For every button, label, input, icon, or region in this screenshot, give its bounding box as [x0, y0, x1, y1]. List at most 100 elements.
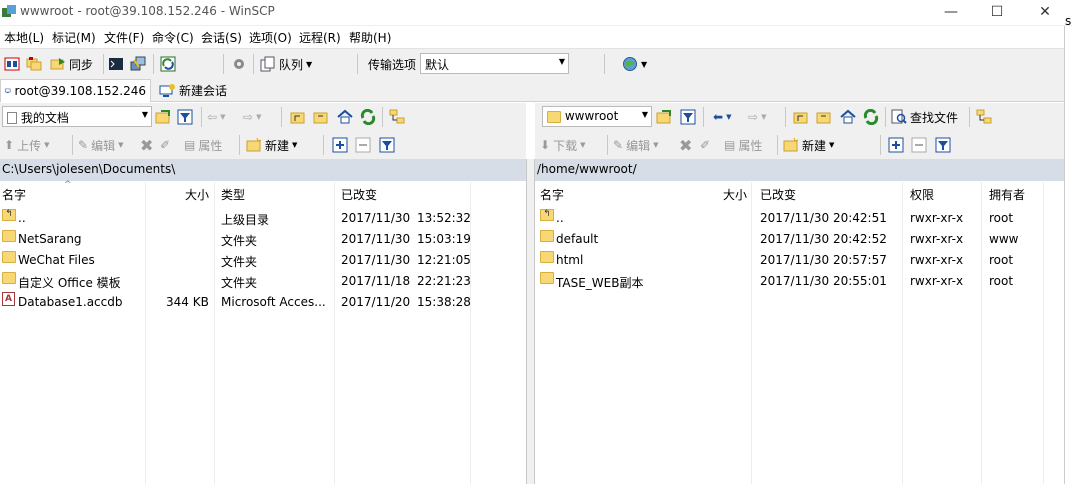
left-home-button[interactable]: [337, 106, 353, 128]
right-col-rights-header[interactable]: 权限: [910, 186, 934, 203]
table-row[interactable]: ↰ .. 上级目录 2017/11/30 13:52:32: [0, 208, 526, 229]
right-unselect-files-button[interactable]: [911, 134, 927, 156]
transfer-preset-select[interactable]: 默认 ▼: [420, 53, 569, 74]
left-col-name-header[interactable]: 名字: [2, 186, 26, 203]
title-bar: wwwroot - root@39.108.152.246 - WinSCP —…: [0, 0, 1072, 26]
right-file-list[interactable]: 名字 大小 已改变 权限 拥有者 ↰ .. 2017/11/30 20:42:5…: [535, 182, 1064, 484]
right-tree-button[interactable]: [976, 106, 992, 128]
left-file-list[interactable]: 名字 ^ 大小 类型 已改变 ↰ .. 上级目录 2017/11/30 13:5…: [0, 180, 526, 484]
right-refresh-button[interactable]: [863, 106, 879, 128]
right-filter-button[interactable]: [680, 106, 696, 128]
left-delete-button[interactable]: ✖: [140, 134, 153, 156]
left-select-files-button[interactable]: [332, 134, 348, 156]
left-properties-button[interactable]: ▤ 属性: [184, 134, 222, 156]
menu-session[interactable]: 会话(S): [201, 29, 242, 46]
left-forward-button[interactable]: ⇨ ▼: [243, 106, 261, 128]
filter-icon: [680, 109, 696, 125]
download-icon: ⬇: [540, 138, 551, 152]
menu-file[interactable]: 文件(F): [104, 29, 144, 46]
right-col-name-header[interactable]: 名字: [540, 186, 564, 203]
refresh-icon: [360, 109, 376, 125]
left-path-bar[interactable]: C:\Users\jolesen\Documents\: [0, 159, 526, 181]
left-open-directory-button[interactable]: [155, 106, 171, 128]
left-root-directory-button[interactable]: [313, 106, 329, 128]
documents-icon: [7, 112, 17, 124]
tab-new-session[interactable]: 新建会话: [155, 79, 235, 102]
left-back-button[interactable]: ⇦ ▼: [207, 106, 225, 128]
right-filter-files-button[interactable]: [935, 134, 951, 156]
left-edit-button[interactable]: ✎ 编辑 ▼: [78, 134, 123, 156]
menu-local[interactable]: 本地(L): [4, 29, 44, 46]
left-new-button[interactable]: 新建 ▼: [246, 134, 297, 156]
compare-directories-button[interactable]: [4, 53, 20, 75]
right-col-size-header[interactable]: 大小: [723, 186, 747, 203]
menu-commands[interactable]: 命令(C): [152, 29, 194, 46]
table-row[interactable]: NetSarang 文件夹 2017/11/30 15:03:19: [0, 229, 526, 250]
global-options-button[interactable]: ▼: [622, 53, 647, 75]
left-rename-button[interactable]: ✐: [160, 134, 170, 156]
left-tree-button[interactable]: [389, 106, 405, 128]
left-filter-files-button[interactable]: [379, 134, 395, 156]
background-window-glyph: s: [1065, 14, 1072, 28]
right-download-button[interactable]: ⬇ 下载 ▼: [540, 134, 585, 156]
right-delete-button[interactable]: ✖: [679, 134, 692, 156]
folders-sync-icon: [26, 57, 42, 71]
left-properties-label: 属性: [198, 138, 223, 153]
queue-button[interactable]: 队列 ▼: [260, 53, 312, 75]
left-location-select[interactable]: 我的文档 ▼: [2, 106, 152, 127]
preferences-button[interactable]: [231, 53, 247, 75]
right-properties-button[interactable]: ▤ 属性: [724, 134, 762, 156]
menu-help[interactable]: 帮助(H): [349, 29, 391, 46]
preferences-sync-button[interactable]: [160, 53, 176, 75]
right-home-button[interactable]: [840, 106, 856, 128]
synchronize-button[interactable]: 同步: [50, 53, 93, 75]
table-row[interactable]: ↰ .. 2017/11/30 20:42:51 rwxr-xr-x root: [535, 208, 1064, 229]
new-session-icon: [159, 83, 175, 97]
table-row[interactable]: html 2017/11/30 20:57:57 rwxr-xr-x root: [535, 250, 1064, 271]
right-edit-button[interactable]: ✎ 编辑 ▼: [613, 134, 658, 156]
synchronize-browsing-button[interactable]: [26, 53, 42, 75]
menu-mark[interactable]: 标记(M): [52, 29, 96, 46]
menu-remote[interactable]: 远程(R): [299, 29, 341, 46]
right-back-button[interactable]: ⬅ ▼: [713, 106, 731, 128]
left-refresh-button[interactable]: [360, 106, 376, 128]
close-button[interactable]: ✕: [1022, 0, 1068, 26]
toolbar-separator: [72, 135, 73, 155]
right-col-owner-header[interactable]: 拥有者: [989, 186, 1025, 203]
file-name: 自定义 Office 模板: [18, 276, 121, 290]
panel-splitter[interactable]: [526, 159, 535, 484]
table-row[interactable]: default 2017/11/30 20:42:52 rwxr-xr-x ww…: [535, 229, 1064, 250]
putty-button[interactable]: [130, 53, 146, 75]
left-col-type-header[interactable]: 类型: [221, 186, 245, 203]
left-col-changed-header[interactable]: 已改变: [341, 186, 377, 203]
right-open-directory-button[interactable]: [656, 106, 672, 128]
left-col-size-header[interactable]: 大小: [185, 186, 209, 203]
right-location-select[interactable]: wwwroot ▼: [542, 106, 652, 127]
menu-options[interactable]: 选项(O): [249, 29, 292, 46]
right-select-files-button[interactable]: [888, 134, 904, 156]
maximize-button[interactable]: ☐: [974, 0, 1020, 26]
table-row[interactable]: A Database1.accdb 344 KB Microsoft Acces…: [0, 292, 526, 313]
table-row[interactable]: 自定义 Office 模板 文件夹 2017/11/18 22:21:23: [0, 271, 526, 292]
right-root-directory-button[interactable]: [816, 106, 832, 128]
right-forward-button[interactable]: ⇨ ▼: [748, 106, 766, 128]
left-unselect-files-button[interactable]: [355, 134, 371, 156]
right-col-changed-header[interactable]: 已改变: [760, 186, 796, 203]
find-files-button[interactable]: 查找文件: [891, 106, 958, 128]
left-upload-button[interactable]: ⬆ 上传 ▼: [4, 134, 49, 156]
new-folder-icon: [246, 137, 262, 152]
left-filter-button[interactable]: [177, 106, 193, 128]
minimize-button[interactable]: —: [928, 0, 974, 26]
right-rename-button[interactable]: ✐: [700, 134, 710, 156]
right-path-bar[interactable]: /home/wwwroot/: [535, 159, 1064, 181]
right-parent-directory-button[interactable]: [793, 106, 809, 128]
folder-icon: [2, 230, 16, 242]
table-row[interactable]: TASE_WEB副本 2017/11/30 20:55:01 rwxr-xr-x…: [535, 271, 1064, 292]
arrow-right-icon: ⇨: [748, 110, 759, 124]
tab-session[interactable]: root@39.108.152.246: [0, 79, 151, 102]
table-row[interactable]: WeChat Files 文件夹 2017/11/30 12:21:05: [0, 250, 526, 271]
properties-icon: ▤: [184, 138, 196, 152]
left-parent-directory-button[interactable]: [290, 106, 306, 128]
open-terminal-button[interactable]: [108, 53, 124, 75]
right-new-button[interactable]: 新建 ▼: [783, 134, 834, 156]
